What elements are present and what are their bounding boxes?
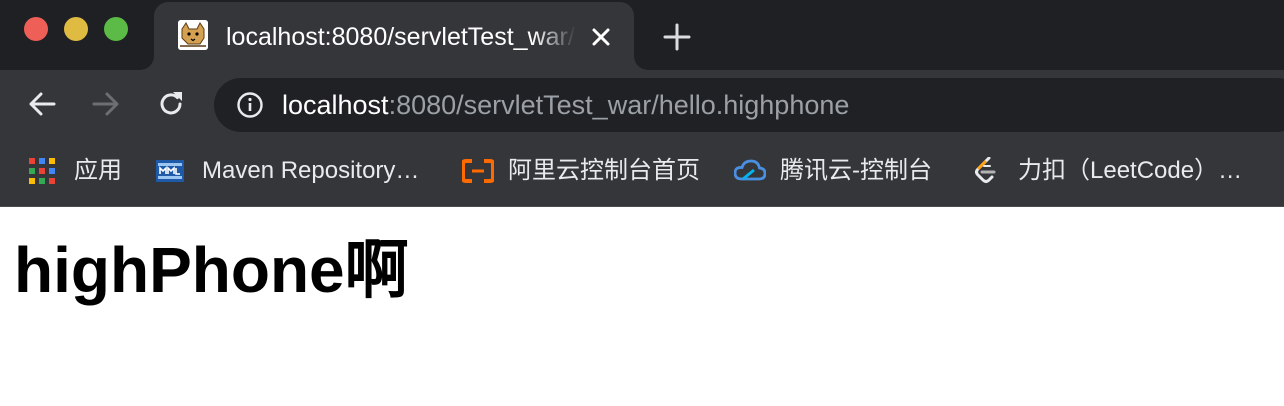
site-info-icon[interactable]	[236, 91, 264, 119]
bookmarks-bar: 应用 Maven Repository… 阿里云控制台首页 腾讯云-控制台 力扣…	[0, 138, 1284, 207]
bookmark-label: 应用	[74, 157, 122, 184]
bookmark-tencent-cloud[interactable]: 腾讯云-控制台	[733, 154, 932, 188]
url-path: :8080/servletTest_war/hello.highphone	[388, 90, 850, 120]
tab-title: localhost:8080/servletTest_war/hello.hig…	[226, 23, 576, 51]
leetcode-icon	[972, 156, 1000, 185]
back-arrow-icon[interactable]	[26, 88, 58, 120]
bookmark-label: Maven Repository…	[202, 157, 420, 184]
url-host: localhost	[282, 90, 389, 120]
new-tab-plus-icon[interactable]	[662, 22, 692, 52]
active-tab[interactable]: localhost:8080/servletTest_war/hello.hig…	[154, 2, 634, 70]
bookmark-label: 阿里云控制台首页	[508, 157, 700, 184]
window-minimize-button[interactable]	[64, 17, 88, 41]
apps-grid-icon	[28, 157, 56, 185]
window-maximize-button[interactable]	[104, 17, 128, 41]
bookmark-aliyun[interactable]: 阿里云控制台首页	[461, 154, 700, 188]
toolbar: localhost:8080/servletTest_war/hello.hig…	[0, 70, 1284, 138]
close-tab-icon[interactable]	[588, 24, 614, 50]
bookmark-label: 腾讯云-控制台	[780, 157, 932, 184]
bookmark-apps[interactable]: 应用	[28, 154, 122, 188]
page-content: highPhone啊	[0, 208, 1284, 406]
browser-chrome: localhost:8080/servletTest_war/hello.hig…	[0, 0, 1284, 207]
url-text[interactable]: localhost:8080/servletTest_war/hello.hig…	[282, 78, 849, 132]
maven-icon	[156, 157, 184, 185]
bookmark-maven[interactable]: Maven Repository…	[156, 154, 419, 188]
tencent-cloud-icon	[733, 157, 767, 185]
reload-icon[interactable]	[155, 88, 187, 120]
tab-strip: localhost:8080/servletTest_war/hello.hig…	[0, 0, 1284, 70]
forward-arrow-icon[interactable]	[90, 88, 122, 120]
tomcat-icon	[178, 20, 208, 50]
window-close-button[interactable]	[24, 17, 48, 41]
aliyun-icon	[461, 157, 495, 185]
address-bar[interactable]: localhost:8080/servletTest_war/hello.hig…	[214, 78, 1284, 132]
page-heading: highPhone啊	[14, 234, 409, 306]
bookmark-leetcode[interactable]: 力扣（LeetCode）…	[972, 154, 1242, 188]
bookmark-label: 力扣（LeetCode）…	[1018, 157, 1243, 184]
